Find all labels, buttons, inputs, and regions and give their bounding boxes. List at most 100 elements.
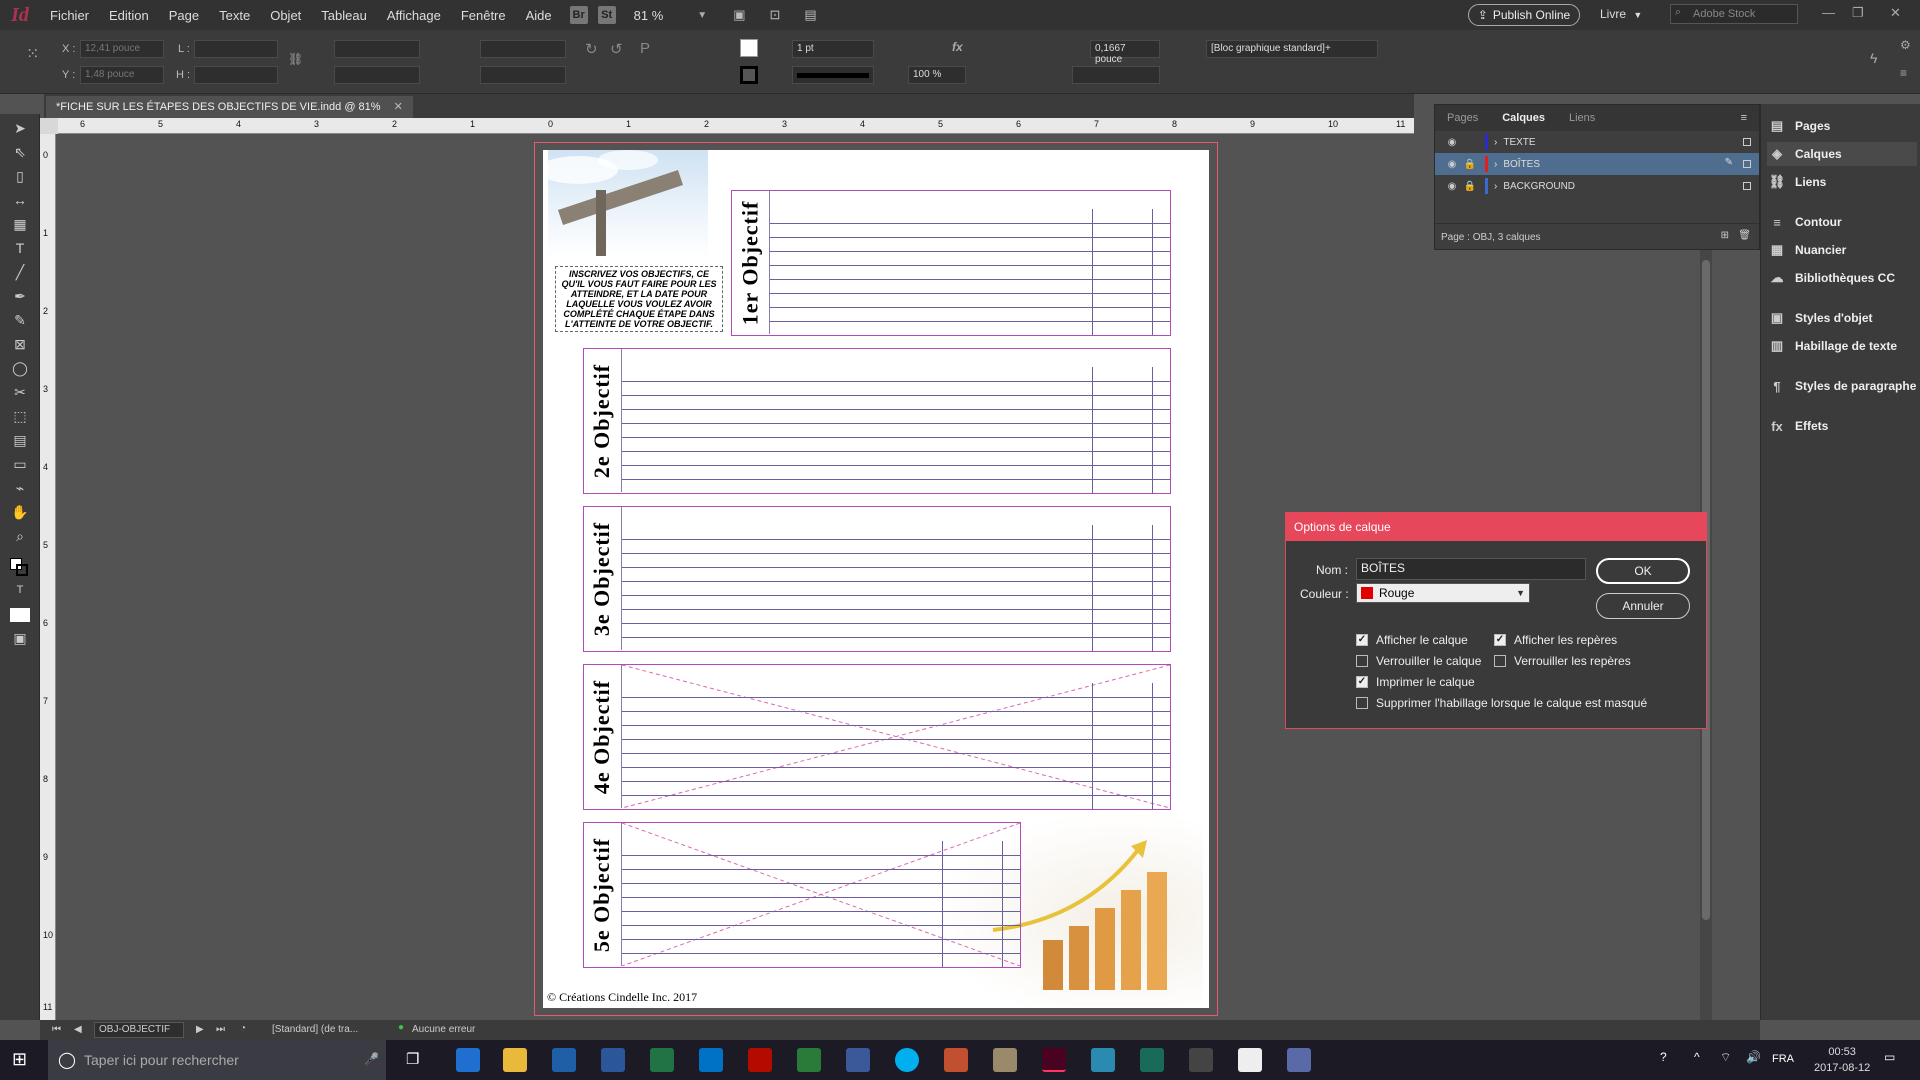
lock-guides-checkbox[interactable]: Verrouiller les repères — [1494, 654, 1631, 668]
workspace-switcher[interactable]: Livre ▼ — [1600, 7, 1642, 21]
panel-menu-icon[interactable]: ≡ — [1900, 66, 1907, 80]
menu-affichage[interactable]: Affichage — [377, 8, 451, 23]
height-field[interactable] — [194, 66, 278, 84]
apply-color-icon[interactable] — [10, 608, 30, 622]
eye-icon[interactable]: ◉ — [1443, 137, 1461, 148]
next-page-icon[interactable]: ▶ — [196, 1024, 204, 1035]
excel-icon[interactable] — [650, 1048, 674, 1072]
free-transform-tool-icon[interactable]: ⬚ — [10, 408, 30, 428]
preflight-icon[interactable]: ◔ — [240, 1023, 246, 1034]
prev-page-icon[interactable]: ◀ — [74, 1024, 82, 1035]
instructions-text[interactable]: INSCRIVEZ VOS OBJECTIFS, CE QU'IL VOUS F… — [555, 266, 723, 332]
gap-field[interactable]: 0,1667 pouce — [1090, 40, 1160, 65]
wordpress-icon[interactable] — [1287, 1048, 1311, 1072]
store-icon[interactable] — [552, 1048, 576, 1072]
skype-icon[interactable] — [895, 1048, 919, 1072]
rectangle-frame-tool-icon[interactable]: ⊠ — [10, 336, 30, 356]
wifi-icon[interactable]: ⌔ — [1720, 1050, 1731, 1065]
zoom-tool-icon[interactable]: ⌕ — [10, 528, 30, 548]
cancel-button[interactable]: Annuler — [1596, 593, 1690, 619]
tab-liens[interactable]: Liens — [1557, 112, 1607, 124]
word-icon[interactable] — [601, 1048, 625, 1072]
checkbox[interactable]: ✓ — [1356, 676, 1368, 688]
layer-row-boites[interactable]: ◉ 🔒 › BOÎTES ✎ — [1435, 153, 1759, 175]
objective-box-4[interactable]: 4e Objectif — [583, 664, 1171, 810]
formatting-text-icon[interactable]: T — [10, 584, 30, 604]
shear-field[interactable] — [480, 66, 566, 84]
page-selector[interactable]: OBJ-OBJECTIF — [94, 1022, 184, 1038]
first-page-icon[interactable]: ⏮ — [52, 1024, 61, 1035]
width-field[interactable] — [194, 40, 278, 58]
menu-tableau[interactable]: Tableau — [311, 8, 377, 23]
indesign-taskbar-icon[interactable] — [1042, 1048, 1066, 1072]
objective-box-3[interactable]: 3e Objectif — [583, 506, 1171, 652]
document-tab[interactable]: *FICHE SUR LES ÉTAPES DES OBJECTIFS DE V… — [46, 96, 413, 118]
rotate-field[interactable] — [480, 40, 566, 58]
horizontal-ruler[interactable]: 6 5 4 3 2 1 0 1 2 3 4 5 6 7 8 9 10 11 — [58, 118, 1414, 134]
objective-box-1[interactable]: 1er Objectif — [731, 190, 1171, 336]
reference-point-icon[interactable]: ⁙ — [26, 44, 39, 64]
selection-tool-icon[interactable]: ➤ — [10, 120, 30, 140]
menu-page[interactable]: Page — [159, 8, 209, 23]
show-guides-checkbox[interactable]: ✓ Afficher les repères — [1494, 633, 1617, 647]
help-icon[interactable]: ? — [1660, 1050, 1667, 1064]
lock-layer-checkbox[interactable]: Verrouiller le calque — [1356, 654, 1481, 668]
restore-icon[interactable]: ❐ — [1852, 5, 1864, 21]
chevron-down-icon[interactable]: ▼ — [697, 10, 707, 21]
clock[interactable]: 00:53 2017-08-12 — [1814, 1044, 1870, 1076]
menu-texte[interactable]: Texte — [209, 8, 260, 23]
line-tool-icon[interactable]: ╱ — [10, 264, 30, 284]
game-icon[interactable] — [944, 1048, 968, 1072]
eye-icon[interactable]: ◉ — [1443, 159, 1461, 170]
close-tab-icon[interactable]: ✕ — [394, 101, 403, 113]
objective-box-2[interactable]: 2e Objectif — [583, 348, 1171, 494]
arrange-icon[interactable]: ⊡ — [770, 7, 781, 23]
publish-online-button[interactable]: ⇪ Publish Online — [1468, 4, 1580, 26]
stroke-swatch[interactable] — [740, 66, 758, 84]
outlook-icon[interactable] — [699, 1048, 723, 1072]
vertical-ruler[interactable]: 0 1 2 3 4 5 6 7 8 9 10 11 — [40, 134, 56, 1020]
eye-icon[interactable]: ◉ — [1443, 181, 1461, 192]
fill-swatch[interactable] — [740, 39, 758, 57]
flip-icon[interactable]: P — [640, 40, 650, 57]
adobe-stock-search[interactable]: Adobe Stock — [1670, 4, 1798, 24]
dock-liens[interactable]: ⛓ Liens — [1767, 170, 1917, 194]
type-tool-icon[interactable]: T — [10, 240, 30, 260]
copyright-footer[interactable]: © Créations Cindelle Inc. 2017 — [547, 990, 697, 1005]
dock-pages[interactable]: ▤ Pages — [1767, 114, 1917, 138]
settings-icon[interactable]: ⚙ — [1900, 38, 1911, 52]
layer-target-square[interactable] — [1743, 182, 1751, 190]
scissors-tool-icon[interactable]: ✂ — [10, 384, 30, 404]
chevron-down-icon[interactable]: ▼ — [1516, 588, 1525, 598]
taskbar-search[interactable]: Taper ici pour rechercher — [48, 1040, 386, 1080]
gradient-tool-icon[interactable]: ▤ — [10, 432, 30, 452]
menu-edition[interactable]: Edition — [99, 8, 159, 23]
microphone-icon[interactable]: 🎤 — [364, 1052, 379, 1066]
cards-icon[interactable] — [1238, 1048, 1262, 1072]
stroke-type-field[interactable] — [792, 66, 874, 84]
rotate-ccw-icon[interactable]: ↺ — [610, 40, 623, 58]
lightning-icon[interactable]: ϟ — [1870, 50, 1877, 66]
style-dropdown[interactable] — [1072, 66, 1160, 84]
screen-mode-icon[interactable]: ▣ — [733, 7, 745, 23]
direct-selection-tool-icon[interactable]: ⇖ — [10, 144, 30, 164]
facebook-icon[interactable] — [846, 1048, 870, 1072]
explorer-icon[interactable] — [503, 1048, 527, 1072]
chevron-right-icon[interactable]: › — [1494, 137, 1497, 148]
page-tool-icon[interactable]: ▯ — [10, 168, 30, 188]
opacity-field[interactable]: 100 % — [908, 66, 966, 84]
eyedropper-tool-icon[interactable]: ⌁ — [10, 480, 30, 500]
checkbox[interactable]: ✓ — [1494, 634, 1506, 646]
stroke-swatch-tool[interactable] — [16, 564, 28, 576]
layer-target-square[interactable] — [1743, 138, 1751, 146]
fx-icon[interactable]: fx — [952, 40, 963, 54]
print-layer-checkbox[interactable]: ✓ Imprimer le calque — [1356, 675, 1475, 689]
checkbox[interactable] — [1356, 655, 1368, 667]
x-field[interactable]: 12,41 pouce — [80, 40, 164, 58]
dock-calques[interactable]: ◈ Calques — [1767, 142, 1917, 166]
workspace-layout-icon[interactable]: ▤ — [804, 7, 816, 23]
stock-button[interactable]: St — [597, 6, 616, 24]
content-collector-icon[interactable]: ▦ — [10, 216, 30, 236]
edge-icon[interactable] — [456, 1048, 480, 1072]
show-layer-checkbox[interactable]: ✓ Afficher le calque — [1356, 633, 1468, 647]
